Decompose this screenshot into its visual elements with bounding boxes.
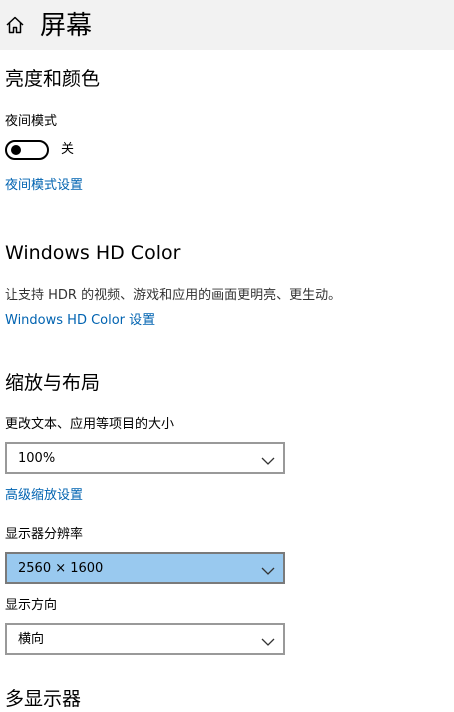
toggle-knob [11, 145, 21, 155]
page-header: 屏幕 [0, 0, 454, 50]
scale-dropdown[interactable]: 100% [5, 442, 285, 474]
advanced-scaling-link[interactable]: 高级缩放设置 [5, 487, 83, 505]
resolution-dropdown[interactable]: 2560 × 1600 [5, 552, 285, 584]
resolution-label: 显示器分辨率 [5, 527, 84, 542]
hd-color-settings-link[interactable]: Windows HD Color 设置 [5, 312, 155, 330]
hd-color-heading: Windows HD Color [5, 242, 181, 264]
chevron-down-icon [261, 562, 275, 575]
chevron-down-icon [261, 452, 275, 465]
orientation-dropdown-value: 横向 [18, 632, 45, 647]
night-light-toggle[interactable] [5, 140, 49, 160]
page-title: 屏幕 [40, 11, 93, 41]
brightness-color-heading: 亮度和颜色 [5, 68, 101, 90]
scale-dropdown-value: 100% [18, 451, 56, 466]
orientation-label: 显示方向 [5, 598, 58, 613]
chevron-down-icon [261, 633, 275, 646]
night-light-settings-link[interactable]: 夜间模式设置 [5, 177, 83, 195]
night-light-state: 关 [61, 142, 75, 157]
home-icon[interactable] [5, 15, 25, 35]
multiple-displays-heading: 多显示器 [5, 688, 82, 710]
resolution-dropdown-value: 2560 × 1600 [18, 561, 104, 576]
scale-layout-heading: 缩放与布局 [5, 372, 101, 394]
orientation-dropdown[interactable]: 横向 [5, 623, 285, 655]
hd-color-description: 让支持 HDR 的视频、游戏和应用的画面更明亮、更生动。 [5, 288, 342, 303]
scale-label: 更改文本、应用等项目的大小 [5, 417, 175, 432]
night-light-label: 夜间模式 [5, 114, 58, 129]
